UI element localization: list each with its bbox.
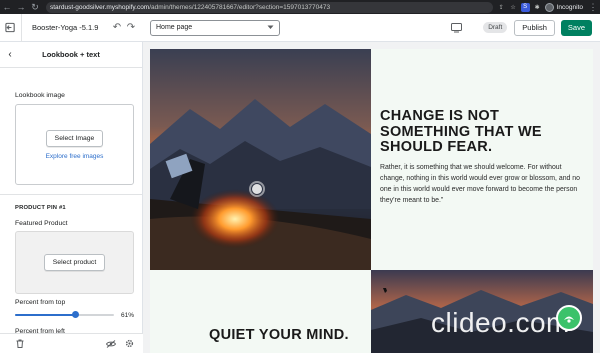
theme-name: Booster-Yoga -5.1.9 (32, 23, 99, 32)
section-heading: CHANGE IS NOT SOMETHING THAT WE SHOULD F… (380, 108, 542, 155)
image-picker: Select Image Explore free images (15, 104, 134, 185)
reload-icon[interactable]: ↻ (28, 0, 42, 14)
slider-fill (15, 314, 76, 316)
lookbook-image-label: Lookbook image (15, 92, 65, 99)
page-select-value: Home page (156, 24, 193, 31)
menu-kebab-icon[interactable]: ⋮ (586, 0, 600, 14)
profile-label: Incognito (556, 3, 583, 11)
url-host: stardust-goodsilver.myshopify.com (50, 3, 150, 11)
text-block-2: QUIET YOUR MIND. (150, 270, 371, 353)
section-body-text: Rather, it is something that we should w… (380, 164, 580, 204)
store-preview: CHANGE IS NOT SOMETHING THAT WE SHOULD F… (143, 42, 600, 353)
percent-from-top-slider[interactable]: 61% (15, 310, 134, 320)
hide-eye-icon[interactable] (105, 338, 117, 350)
editor-topbar: Booster-Yoga -5.1.9 ↶ ↷ Home page Draft … (0, 13, 600, 42)
featured-product-label: Featured Product (15, 220, 68, 227)
share-icon[interactable]: ⇪ (497, 3, 506, 12)
browser-toolbar: ← → ↻ stardust-goodsilver.myshopify.com /… (0, 0, 600, 14)
slider-track[interactable] (15, 311, 114, 318)
save-button[interactable]: Save (560, 19, 592, 36)
status-badge: Draft (483, 22, 508, 33)
text-block: CHANGE IS NOT SOMETHING THAT WE SHOULD F… (371, 49, 593, 270)
sidebar-title: Lookbook + text (42, 50, 100, 59)
slider-thumb[interactable] (71, 311, 79, 318)
page-select[interactable]: Home page (150, 19, 280, 36)
puzzle-icon[interactable]: ✱ (533, 3, 542, 12)
incognito-avatar-icon[interactable] (544, 2, 554, 12)
desktop-icon (450, 22, 462, 32)
forward-arrow-icon[interactable]: → (14, 0, 28, 14)
slider-value: 61% (120, 311, 134, 319)
extension-icon[interactable]: S (520, 2, 530, 12)
gear-icon[interactable] (123, 338, 135, 350)
url-path: /admin/themes/122405781667/editor?sectio… (149, 3, 331, 11)
redo-icon[interactable]: ↷ (124, 22, 138, 33)
exit-editor-button[interactable] (0, 13, 22, 42)
address-bar[interactable]: stardust-goodsilver.myshopify.com/admin/… (46, 1, 493, 13)
select-image-button[interactable]: Select Image (45, 129, 104, 147)
device-preview-button[interactable] (449, 22, 463, 34)
lookbook-section: CHANGE IS NOT SOMETHING THAT WE SHOULD F… (150, 49, 593, 353)
percent-from-top-label: Percent from top (15, 299, 66, 306)
watermark-text: clideo.com (431, 307, 570, 338)
select-product-button[interactable]: Select product (43, 254, 106, 271)
lookbook-photo-campfire[interactable] (150, 49, 371, 270)
section-settings-sidebar: ‹ Lookbook + text Lookbook image Select … (0, 42, 143, 353)
bookmark-star-icon[interactable]: ☆ (509, 3, 518, 12)
exit-icon (5, 22, 15, 33)
lookbook-photo-mountains[interactable]: clideo.com (371, 270, 593, 353)
trash-icon[interactable] (14, 338, 26, 350)
back-arrow-icon[interactable]: ← (0, 0, 14, 14)
extension-bar: ⇪ ☆ S ✱ (497, 2, 542, 12)
watermark-logo-icon (556, 305, 582, 331)
publish-button[interactable]: Publish (514, 19, 555, 36)
product-picker: Select product (15, 231, 134, 294)
sidebar-header: ‹ Lookbook + text (0, 42, 142, 68)
chevron-down-icon (267, 25, 274, 29)
explore-free-images-link[interactable]: Explore free images (46, 153, 104, 160)
section-heading-2: QUIET YOUR MIND. (209, 327, 349, 343)
undo-icon[interactable]: ↶ (110, 22, 124, 33)
sidebar-footer (0, 333, 143, 353)
